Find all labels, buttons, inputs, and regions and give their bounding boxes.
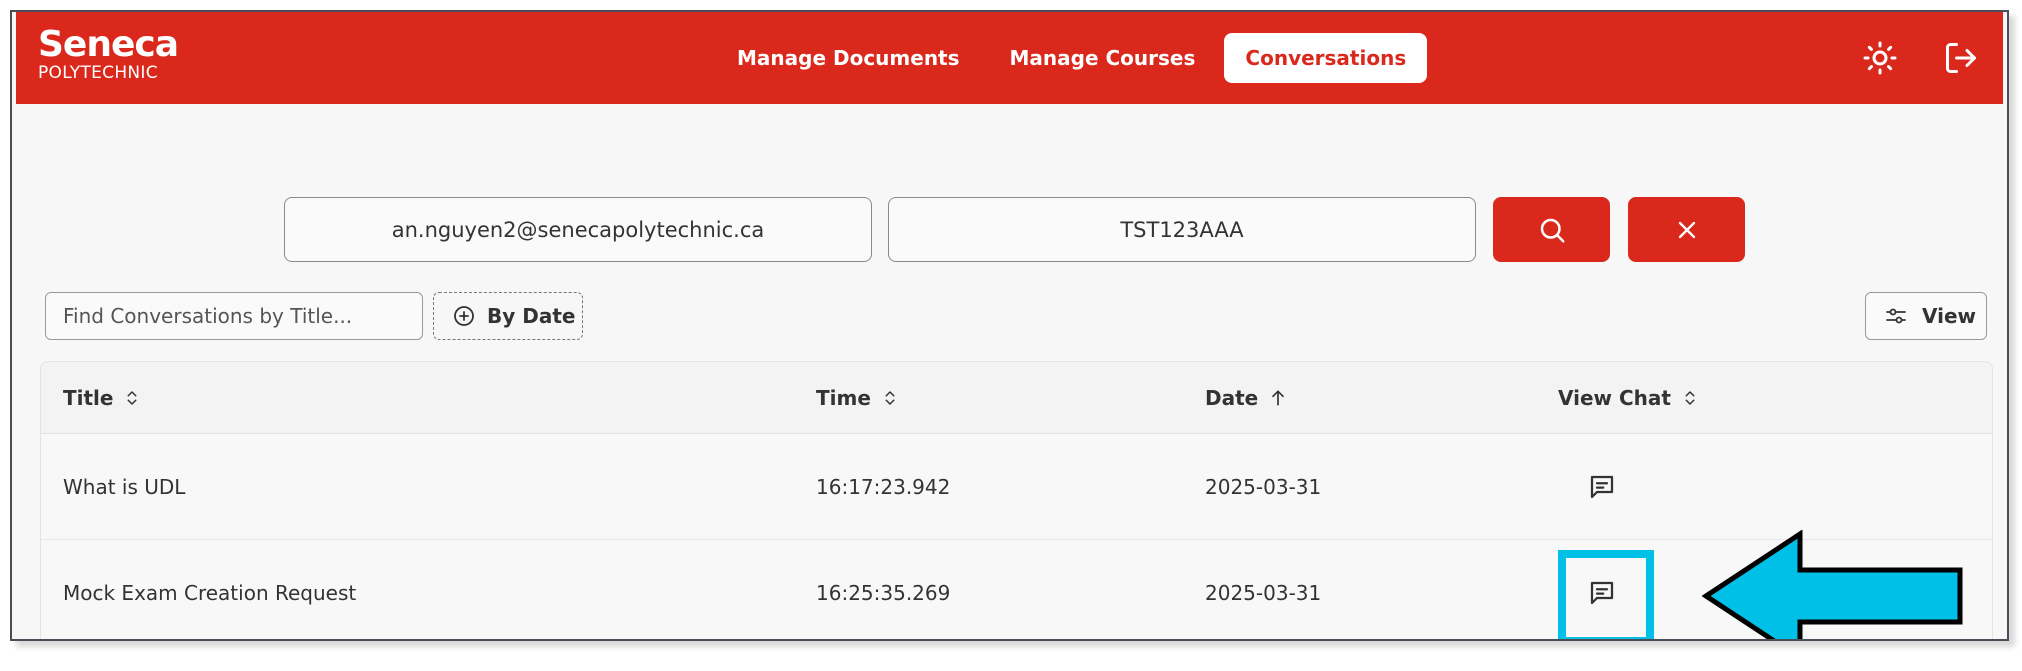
nav-manage-courses[interactable]: Manage Courses [989,33,1217,83]
conversations-table: Title Time Date View Chat What is UDL 16… [40,361,1993,639]
sort-icon [885,391,895,405]
view-label: View [1922,304,1977,328]
table-row[interactable]: Mock Exam Creation Request 16:25:35.269 … [41,540,1992,639]
sun-icon[interactable] [1862,40,1898,76]
clear-button[interactable] [1628,197,1745,262]
row-date: 2025-03-31 [1205,581,1322,605]
by-date-filter-button[interactable]: By Date [433,292,583,340]
column-time-label: Time [816,386,871,410]
column-header-date[interactable]: Date [1205,362,1288,434]
nav-conversations[interactable]: Conversations [1224,33,1428,83]
nav-manage-documents[interactable]: Manage Documents [716,33,981,83]
chat-icon[interactable] [1580,465,1624,509]
column-header-view-chat[interactable]: View Chat [1558,362,1699,434]
column-title-label: Title [63,386,114,410]
by-date-label: By Date [487,304,576,328]
row-title: Mock Exam Creation Request [63,581,357,605]
row-date: 2025-03-31 [1205,475,1322,499]
course-code-field[interactable]: TST123AAA [888,197,1476,262]
row-view-chat-cell [1558,434,1624,540]
column-header-time[interactable]: Time [816,362,899,434]
column-date-label: Date [1205,386,1259,410]
row-time: 16:17:23.942 [816,475,951,499]
highlight-box [1558,550,1654,639]
callout-arrow-icon [1702,530,1963,639]
top-header: Seneca POLYTECHNIC Manage Documents Mana… [16,12,2003,104]
seneca-logo[interactable]: Seneca POLYTECHNIC [38,24,179,83]
logo-subtitle: POLYTECHNIC [38,63,158,83]
column-header-title[interactable]: Title [63,362,141,434]
sort-ascending-icon [1272,390,1285,406]
row-time: 16:25:35.269 [816,581,951,605]
app-window: Seneca POLYTECHNIC Manage Documents Mana… [10,10,2009,641]
row-title: What is UDL [63,475,186,499]
email-field[interactable]: an.nguyen2@senecapolytechnic.ca [284,197,872,262]
sort-icon [127,391,137,405]
logo-name: Seneca [38,24,179,65]
sliders-icon [1886,308,1906,324]
table-header: Title Time Date View Chat [41,362,1992,434]
column-view-chat-label: View Chat [1558,386,1671,410]
logout-icon[interactable] [1943,40,1979,76]
title-filter-input[interactable]: Find Conversations by Title... [45,292,423,340]
close-icon [1678,221,1695,238]
sort-icon [1685,391,1695,405]
search-button[interactable] [1493,197,1610,262]
search-icon [1540,218,1564,242]
view-options-button[interactable]: View [1865,292,1987,340]
plus-circle-icon [454,306,474,326]
table-row[interactable]: What is UDL 16:17:23.942 2025-03-31 [41,434,1992,540]
main-nav: Manage Documents Manage Courses Conversa… [716,32,1428,84]
